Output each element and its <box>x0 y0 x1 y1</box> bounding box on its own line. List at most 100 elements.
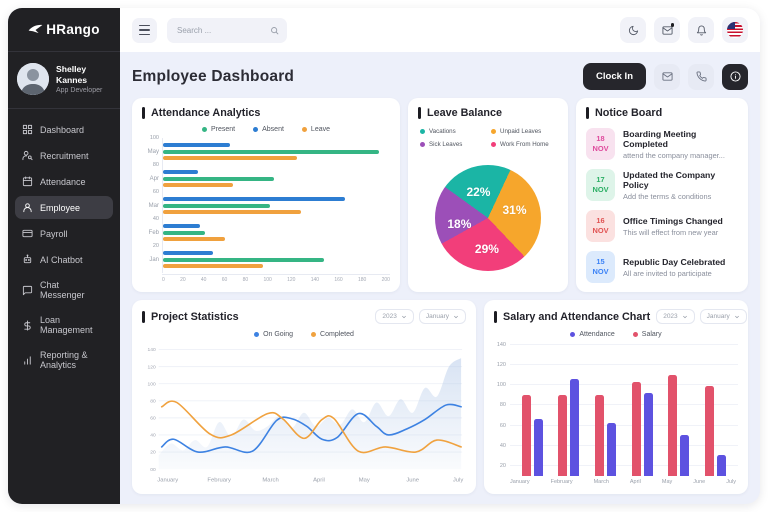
line-chart-svg: 0020406080100120140JanuaryFebruaryMarchA… <box>142 343 466 485</box>
sidebar-item-reporting-analytics[interactable]: Reporting & Analytics <box>15 344 113 376</box>
sidebar-item-loan-management[interactable]: Loan Management <box>15 309 113 341</box>
search-input[interactable] <box>175 25 265 36</box>
sidebar-item-payroll[interactable]: Payroll <box>15 222 113 245</box>
svg-text:00: 00 <box>150 467 156 473</box>
axis-gutter: 40Feb <box>142 219 162 246</box>
svg-text:40: 40 <box>150 433 156 439</box>
year-select[interactable]: 2023 <box>375 309 413 324</box>
moon-icon <box>628 25 639 36</box>
us-flag-icon <box>727 22 743 38</box>
date-badge: 17NOV <box>586 169 615 201</box>
list-item[interactable]: 18NOV Boarding Meeting Completed attend th… <box>586 128 738 160</box>
list-item[interactable]: 17NOVUpdated the Company PolicyAdd the t… <box>586 169 738 201</box>
legend-label: Present <box>211 126 235 133</box>
dashboard-icon <box>22 124 33 135</box>
calendar-icon <box>22 176 33 187</box>
legend-label: Completed <box>320 331 354 338</box>
badge-day: 17 <box>596 175 604 185</box>
sidebar-item-label: AI Chatbot <box>40 255 83 265</box>
bar <box>570 379 579 476</box>
svg-text:100: 100 <box>148 381 157 387</box>
sidebar-item-label: Chat Messenger <box>40 280 106 300</box>
language-button[interactable] <box>722 17 748 43</box>
x-tick-label: 200 <box>382 277 390 283</box>
bar <box>163 150 379 154</box>
user-profile[interactable]: Shelley Kannes App Developer <box>8 52 120 109</box>
bar <box>163 231 205 235</box>
salary-y-axis: 20406080100120140 <box>494 345 510 476</box>
svg-text:20: 20 <box>150 450 156 456</box>
badge-day: 15 <box>596 257 604 267</box>
call-button[interactable] <box>688 64 714 90</box>
x-tick-label: 0 <box>162 277 165 283</box>
sidebar-item-dashboard[interactable]: Dashboard <box>15 118 113 141</box>
legend-dot <box>302 127 307 132</box>
month-select[interactable]: January <box>700 309 747 324</box>
sidebar-item-ai-chatbot[interactable]: AI Chatbot <box>15 248 113 271</box>
attendance-group: 20Jan <box>142 246 390 273</box>
info-button[interactable] <box>722 64 748 90</box>
sidebar-item-employee[interactable]: Employee <box>15 196 113 219</box>
project-legend: On GoingCompleted <box>142 331 466 338</box>
bar <box>163 224 200 228</box>
axis-gutter: 80Apr <box>142 165 162 192</box>
x-tick-label: 80 <box>243 277 249 283</box>
topbar-actions <box>620 17 748 43</box>
x-tick-label: 180 <box>358 277 366 283</box>
y-tick-label: 140 <box>497 342 506 348</box>
email-button[interactable] <box>654 64 680 90</box>
bar <box>607 423 616 476</box>
clock-in-button[interactable]: Clock In <box>583 63 646 90</box>
bar <box>717 455 726 476</box>
brand-logo: HRango <box>8 8 120 52</box>
attendance-group: 40Feb <box>142 219 390 246</box>
user-name: Shelley Kannes <box>56 64 111 85</box>
notice-desc: attend the company manager... <box>623 151 738 160</box>
x-tick-label: July <box>726 479 736 485</box>
date-badge: 18NOV <box>586 128 615 160</box>
bar <box>163 264 263 268</box>
bar <box>163 210 301 214</box>
list-item[interactable]: 15NOVRepublic Day CelebratedAll are invi… <box>586 251 738 283</box>
notice-desc: This will effect from new year <box>623 228 723 237</box>
sidebar-item-label: Attendance <box>40 177 86 187</box>
bar-pair <box>705 345 726 476</box>
legend-dot <box>420 129 425 134</box>
notice-board-card: Notice Board 18NOV Boarding Meeting Compl… <box>576 98 748 292</box>
sidebar-menu: Dashboard Recruitment Attendance Employee Pa… <box>8 109 120 385</box>
robot-icon <box>22 254 33 265</box>
notifications-button[interactable] <box>688 17 714 43</box>
chat-icon <box>22 285 33 296</box>
x-tick-label: 20 <box>180 277 186 283</box>
card-title: Notice Board <box>595 107 662 119</box>
category-label: Feb <box>149 230 159 236</box>
year-select[interactable]: 2023 <box>656 309 694 324</box>
x-tick-label: February <box>551 479 573 485</box>
svg-text:March: March <box>262 477 278 483</box>
legend-item: Vacations <box>420 128 485 135</box>
notice-title: Republic Day Celebrated <box>623 257 725 267</box>
sidebar-item-label: Recruitment <box>40 151 89 161</box>
sidebar: HRango Shelley Kannes App Developer Dash… <box>8 8 120 504</box>
app-window: HRango Shelley Kannes App Developer Dash… <box>8 8 760 504</box>
notice-title: Boarding Meeting Completed <box>623 129 738 149</box>
svg-text:June: June <box>406 477 419 483</box>
notice-text: Boarding Meeting Completed attend the com… <box>623 129 738 160</box>
x-tick-label: May <box>662 479 672 485</box>
svg-text:January: January <box>157 477 178 483</box>
header-actions: Clock In <box>583 63 748 90</box>
chevron-down-icon <box>401 314 407 320</box>
badge-month: NOV <box>592 226 608 236</box>
hamburger-menu-icon[interactable] <box>132 18 157 43</box>
brand-name: HRango <box>46 22 100 37</box>
month-select[interactable]: January <box>419 309 466 324</box>
messages-button[interactable] <box>654 17 680 43</box>
search-icon <box>270 26 279 35</box>
sidebar-item-attendance[interactable]: Attendance <box>15 170 113 193</box>
dark-mode-button[interactable] <box>620 17 646 43</box>
list-item[interactable]: 16NOVOffice Timings ChangedThis will eff… <box>586 210 738 242</box>
bar <box>705 386 714 476</box>
legend-item: Absent <box>253 126 284 133</box>
sidebar-item-chat-messenger[interactable]: Chat Messenger <box>15 274 113 306</box>
sidebar-item-recruitment[interactable]: Recruitment <box>15 144 113 167</box>
